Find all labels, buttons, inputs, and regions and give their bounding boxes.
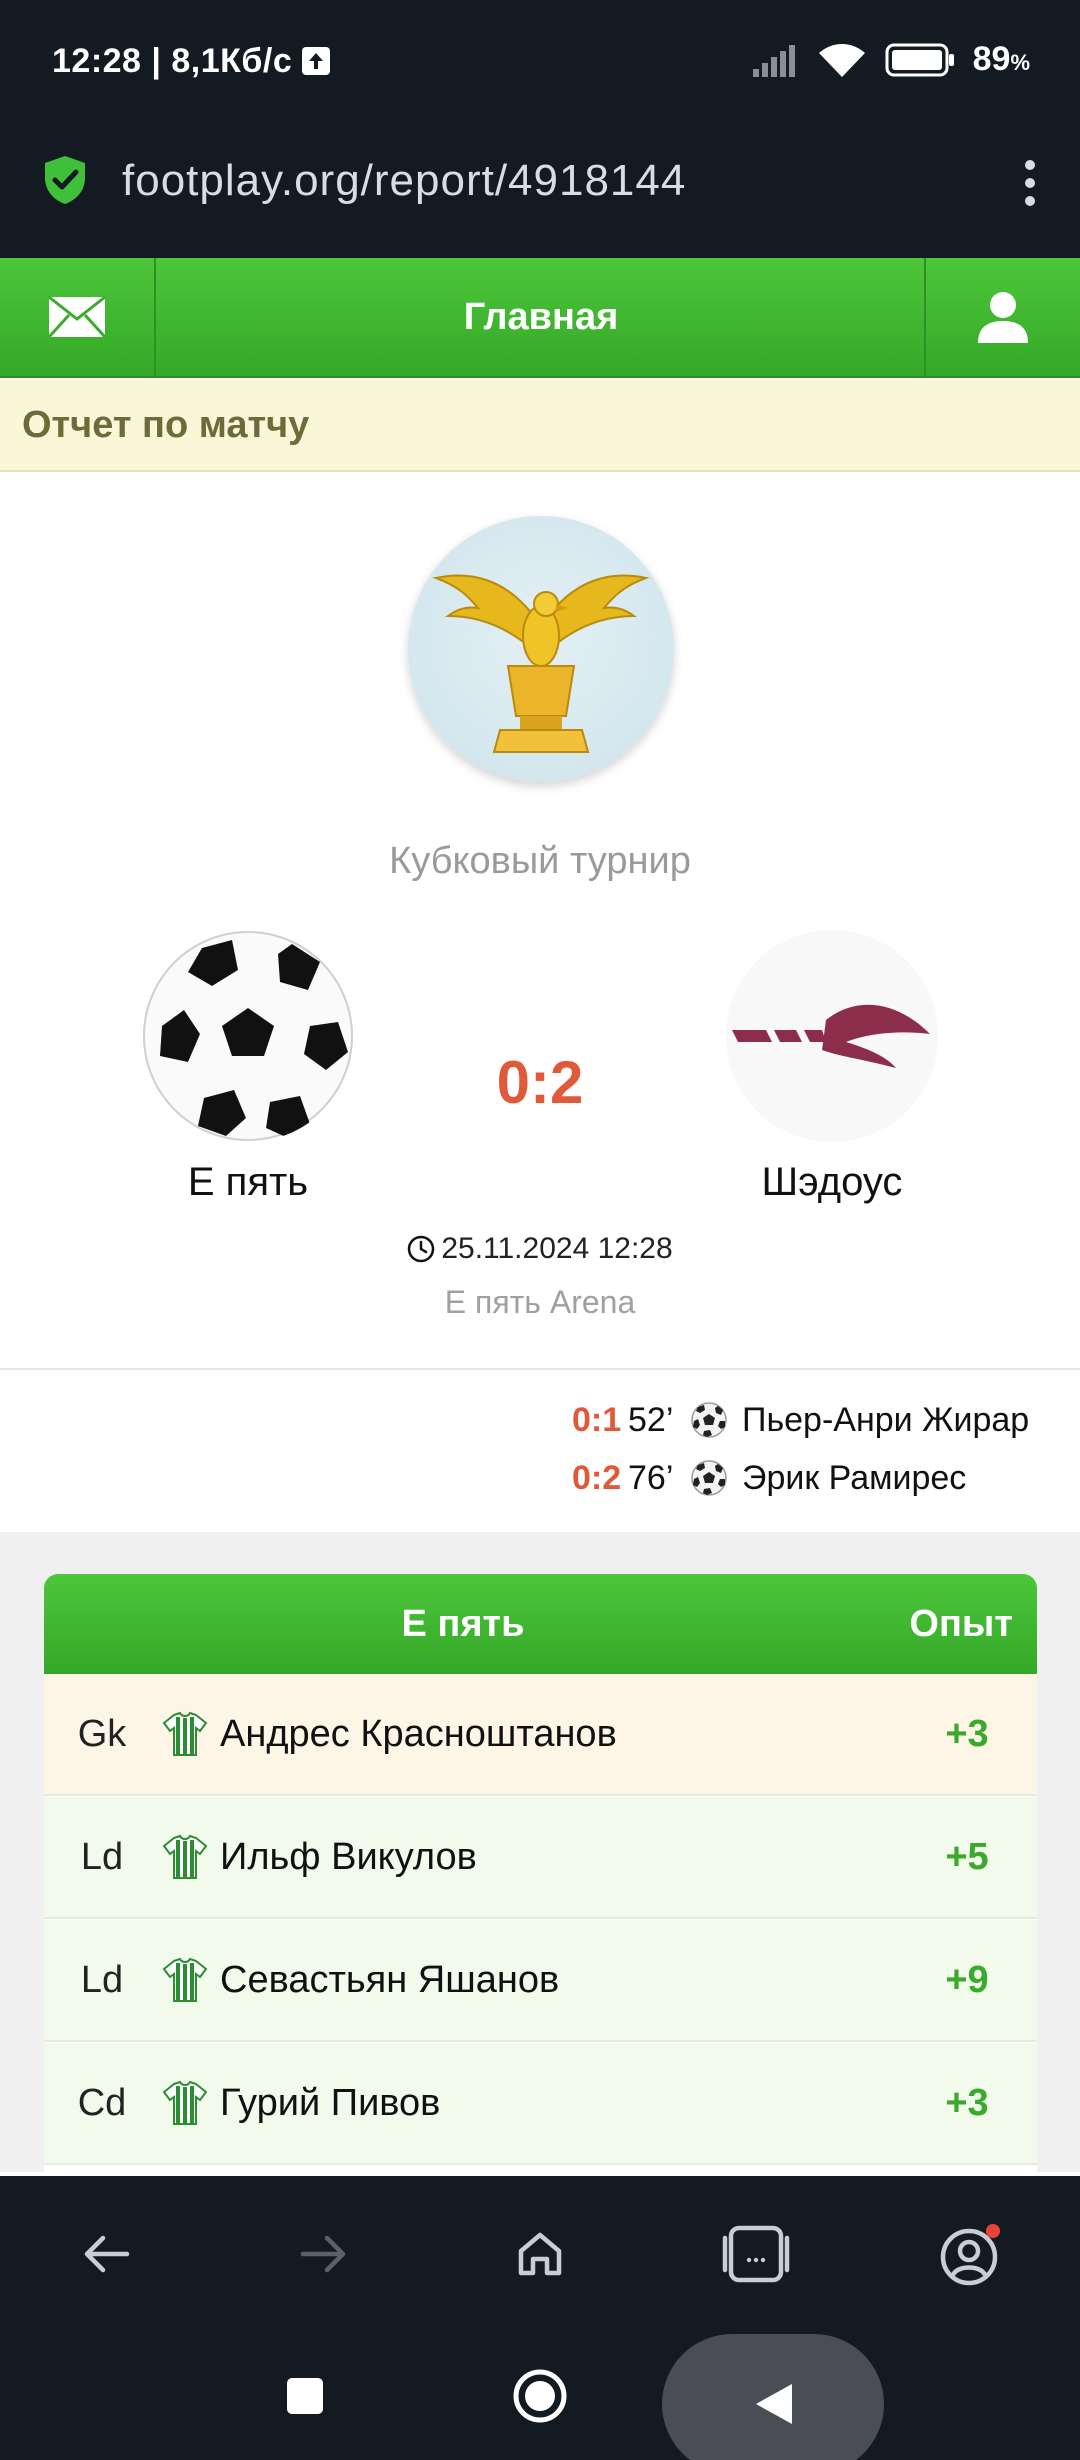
- mail-icon: [47, 295, 107, 339]
- player-position: Ld: [80, 1958, 124, 2001]
- goals-list: 0:1 52’ Пьер-Анри Жирар 0:2 76’ Эрик Рам…: [0, 1370, 1080, 1530]
- status-time: 12:28 | 8,1Кб/с: [52, 42, 331, 81]
- shirt-icon: [162, 2080, 208, 2125]
- lineup-table: Е пять Опыт Gk Андрес Красноштанов +3 Ld Иль…: [44, 1574, 1037, 2174]
- player-name[interactable]: Гурий Пивов: [220, 2082, 897, 2125]
- profile-button[interactable]: [924, 258, 1080, 376]
- player-position: Cd: [77, 2081, 127, 2124]
- back-arrow-icon: [84, 2235, 130, 2273]
- battery-unit: %: [1010, 50, 1030, 75]
- lineup-row[interactable]: Cd Гурий Пивов +3: [44, 2043, 1037, 2165]
- ball-icon: [691, 1402, 727, 1438]
- lineup-row[interactable]: Ld Ильф Викулов +5: [44, 1797, 1037, 1919]
- system-home-button[interactable]: [494, 2332, 586, 2460]
- soccer-ball-icon: [143, 931, 353, 1141]
- shirt-icon: [162, 1957, 208, 2002]
- browser-home-button[interactable]: [494, 2208, 586, 2300]
- battery-icon: [885, 43, 954, 76]
- user-icon: [978, 292, 1028, 343]
- home-icon: [518, 2232, 562, 2276]
- forward-arrow-icon: [300, 2235, 346, 2273]
- system-nav-bar: [0, 2332, 1080, 2460]
- player-exp: +3: [945, 1712, 989, 1755]
- match-score: 0:2: [496, 1049, 584, 1116]
- tournament-trophy-image: [408, 516, 674, 782]
- match-datetime: 25.11.2024 12:28: [0, 1232, 1080, 1266]
- overflow-menu-icon[interactable]: [1010, 154, 1050, 214]
- forward-button[interactable]: [278, 2208, 370, 2300]
- shadows-logo-icon: [732, 1004, 930, 1068]
- shirt-icon: [162, 1834, 208, 1879]
- player-name[interactable]: Севастьян Яшанов: [220, 1959, 897, 2002]
- lineup-exp-header: Опыт: [909, 1602, 1013, 1645]
- player-name[interactable]: Ильф Викулов: [220, 1836, 897, 1879]
- home-circle-icon: [513, 2369, 567, 2423]
- home-team-logo[interactable]: [142, 930, 354, 1142]
- shield-icon[interactable]: [42, 154, 88, 206]
- goal-minute: 76’: [628, 1458, 674, 1497]
- away-team-logo[interactable]: [726, 930, 938, 1142]
- account-button[interactable]: [926, 2208, 1018, 2300]
- player-exp: +9: [945, 1958, 989, 2001]
- shirt-icon: [162, 1711, 208, 1756]
- away-team-name[interactable]: Шэдоус: [682, 1160, 982, 1205]
- clock-icon: [408, 1235, 435, 1263]
- home-link[interactable]: Главная: [158, 258, 924, 376]
- tournament-name: Кубковый турнир: [389, 840, 691, 882]
- player-position: Ld: [80, 1835, 124, 1878]
- lineup-row[interactable]: Ld Севастьян Яшанов +9: [44, 1920, 1037, 2042]
- url-field[interactable]: footplay.org/report/4918144: [122, 156, 686, 206]
- tabs-button[interactable]: [710, 2208, 802, 2300]
- battery-value: 89: [972, 40, 1011, 78]
- browser-toolbar: [0, 2176, 1080, 2332]
- stadium-name: Е пять Arena: [444, 1284, 636, 1320]
- goal-scorer[interactable]: Эрик Рамирес: [742, 1459, 966, 1498]
- account-icon: [940, 2224, 1000, 2286]
- status-bar: 12:28 | 8,1Кб/с 89%: [0, 0, 1080, 120]
- goal-event: 0:2 76’ Эрик Рамирес: [572, 1452, 966, 1504]
- back-triangle-icon: [756, 2384, 792, 2424]
- lineup-row[interactable]: Gk Андрес Красноштанов +3: [44, 1674, 1037, 1796]
- status-time-text: 12:28 | 8,1Кб/с: [52, 42, 293, 80]
- site-header: Главная: [0, 258, 1080, 378]
- goal-event: 0:1 52’ Пьер-Анри Жирар: [572, 1394, 1029, 1446]
- page-title: Отчет по матчу: [0, 380, 1080, 472]
- match-datetime-text: 25.11.2024 12:28: [441, 1232, 673, 1265]
- goal-minute: 52’: [628, 1400, 674, 1439]
- player-exp: +5: [945, 1835, 989, 1878]
- wifi-icon: [818, 43, 865, 77]
- player-name[interactable]: Андрес Красноштанов: [220, 1713, 897, 1756]
- recents-square-icon: [287, 2378, 323, 2414]
- system-back-button[interactable]: [662, 2334, 884, 2460]
- player-exp: +3: [945, 2081, 989, 2124]
- ball-icon: [691, 1460, 727, 1496]
- address-bar: footplay.org/report/4918144: [0, 120, 1080, 258]
- home-team-name[interactable]: Е пять: [98, 1160, 398, 1205]
- tabs-icon: [722, 2225, 790, 2283]
- battery-level: 89%: [973, 40, 1030, 79]
- mail-button[interactable]: [0, 258, 156, 376]
- goal-score: 0:2: [572, 1458, 622, 1497]
- status-icons: 89%: [751, 40, 1030, 79]
- recents-button[interactable]: [260, 2332, 350, 2460]
- signal-icon: [752, 44, 795, 77]
- goal-scorer[interactable]: Пьер-Анри Жирар: [742, 1401, 1029, 1440]
- back-button[interactable]: [60, 2208, 152, 2300]
- upload-icon: [302, 47, 331, 75]
- lineup-header: Е пять Опыт: [44, 1574, 1037, 1674]
- goal-score: 0:1: [572, 1400, 622, 1439]
- lineup-team-name: Е пять: [401, 1602, 525, 1645]
- player-position: Gk: [77, 1712, 127, 1755]
